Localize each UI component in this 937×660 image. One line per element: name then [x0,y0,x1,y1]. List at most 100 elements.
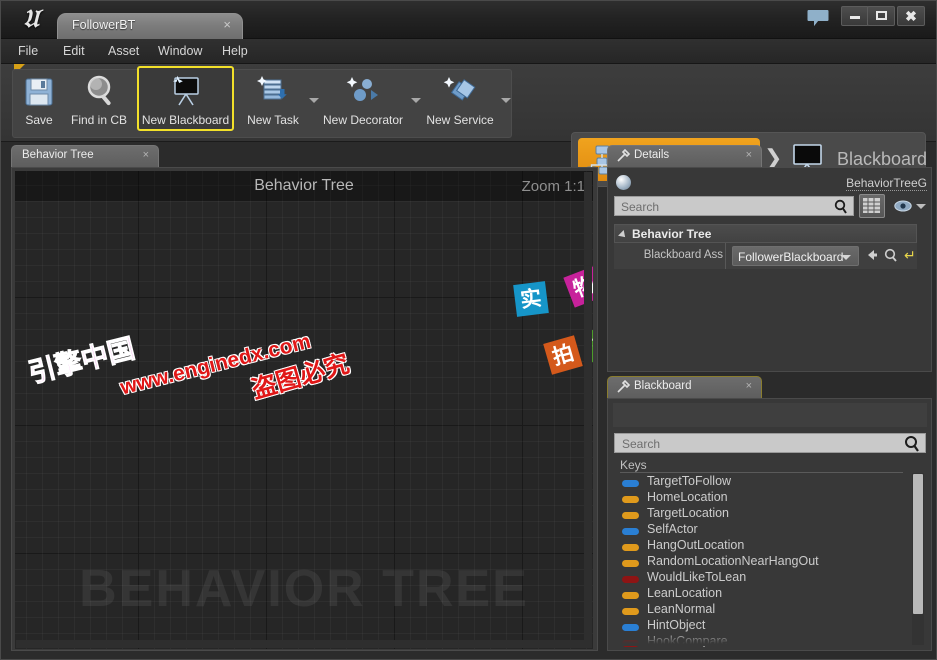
new-service-dropdown-arrow[interactable] [501,98,511,103]
breadcrumb[interactable]: BehaviorTreeG [846,176,927,191]
blackboard-toolbar-strip [613,403,927,427]
title-bar: 𝔘 FollowerBT × ✖ [1,1,936,39]
list-item[interactable]: SelfActor [614,522,904,539]
blackboard-keys-list[interactable]: TargetToFollow HomeLocation TargetLocati… [614,475,904,647]
tab-blackboard[interactable]: Blackboard × [607,376,762,398]
menu-item-help[interactable]: Help [215,43,255,61]
blackboard-list-scrollbar[interactable] [912,473,924,645]
eye-icon[interactable] [894,199,912,217]
close-icon: ✖ [905,8,917,24]
list-item[interactable]: TargetLocation [614,506,904,523]
chevron-down-icon[interactable] [916,204,926,209]
grid-view-icon[interactable] [859,194,885,218]
tab-details[interactable]: Details × [607,145,762,167]
find-in-content-browser-label: Find in CB [70,113,128,127]
key-type-chip [622,608,639,615]
key-name: TargetLocation [647,506,730,520]
details-category-header[interactable]: Behavior Tree [614,224,917,243]
expander-arrow-icon [618,230,628,240]
key-type-chip [622,512,639,519]
graph-horizontal-scrollbar[interactable] [16,640,592,648]
menu-item-window[interactable]: Window [151,43,209,61]
watermark-brand: 引擎中国 [25,333,138,390]
new-decorator-label: New Decorator [322,113,404,127]
keys-header-label: Keys [620,458,647,472]
tab-behavior-tree-graph[interactable]: Behavior Tree × [11,145,159,167]
key-type-chip [622,560,639,567]
key-name: HangOutLocation [647,538,745,552]
graph-tab-close-icon[interactable]: × [143,149,149,161]
key-name: SelfActor [647,522,698,536]
key-name: RandomLocationNearHangOut [647,554,819,568]
behavior-tree-graph-panel: 引擎中国 www.enginedx.com 盗图必究 实 物 拍 摄 BEHAV… [11,167,598,651]
blackboard-easel-icon [166,71,206,111]
key-type-chip [622,480,639,487]
search-icon[interactable] [903,435,921,458]
watermark-tile-1: 实 [513,281,549,317]
floppy-disk-icon [19,71,59,111]
watermark-warning: 盗图必究 [248,348,353,405]
save-button-label: Save [25,113,53,127]
scrollbar-thumb[interactable] [913,474,923,614]
key-type-chip [622,592,639,599]
details-search-input[interactable]: Search [614,196,854,216]
find-in-content-browser-button[interactable]: Find in CB [63,66,135,131]
watermark-url: www.enginedx.com [117,329,314,400]
new-decorator-button[interactable]: New Decorator [315,66,421,131]
new-blackboard-button[interactable]: New Blackboard [137,66,234,131]
list-item[interactable]: TargetToFollow [614,475,904,491]
new-task-label: New Task [247,113,299,127]
maximize-icon [875,11,887,20]
property-row-blackboard-asset: Blackboard Ass FollowerBlackboard ↵ [614,243,917,269]
minimize-icon [850,16,860,19]
property-name-cell: Blackboard Ass [614,243,726,269]
list-bottom-fade [614,632,902,646]
new-task-button[interactable]: New Task [239,66,319,131]
menu-item-edit[interactable]: Edit [56,43,92,61]
window-close-button[interactable]: ✖ [897,6,925,26]
speech-bubble-icon[interactable] [807,9,829,27]
key-name: WouldLikeToLean [647,570,747,584]
list-item[interactable]: LeanNormal [614,602,904,619]
key-type-chip [622,528,639,535]
blackboard-search-input[interactable]: Search [614,433,926,453]
list-item[interactable]: HangOutLocation [614,538,904,555]
list-item[interactable]: WouldLikeToLean [614,570,904,587]
key-type-chip [622,496,639,503]
list-item[interactable]: RandomLocationNearHangOut [614,554,904,571]
key-name: HintObject [647,618,706,632]
graph-vertical-scrollbar[interactable] [584,172,592,648]
graph-title: Behavior Tree [254,177,354,194]
service-diamond-icon [440,71,480,111]
new-blackboard-label: New Blackboard [141,113,230,127]
arrow-left-icon[interactable] [864,247,880,268]
menu-item-asset[interactable]: Asset [101,43,146,61]
new-service-button[interactable]: New Service [419,66,511,131]
graph-canvas[interactable]: 引擎中国 www.enginedx.com 盗图必究 实 物 拍 摄 BEHAV… [15,171,593,649]
key-name: TargetToFollow [647,475,732,488]
hammer-icon [616,148,631,163]
menu-bar: File Edit Asset Window Help [1,39,936,64]
window-maximize-button[interactable] [867,6,895,26]
save-button[interactable]: Save [15,66,63,131]
details-search-placeholder: Search [621,200,660,214]
graph-tab-label: Behavior Tree [22,149,94,161]
window-minimize-button[interactable] [841,6,869,26]
asset-tab-close-icon[interactable]: × [223,18,231,32]
key-name: HomeLocation [647,490,728,504]
asset-tab-followerbt[interactable]: FollowerBT × [57,13,243,39]
search-icon[interactable] [833,199,849,220]
browse-magnifier-icon[interactable] [883,247,899,268]
menu-item-file[interactable]: File [11,43,45,61]
property-name-label: Blackboard Ass [643,249,723,261]
blackboard-asset-dropdown[interactable]: FollowerBlackboard [732,246,859,266]
key-type-chip [622,624,639,631]
list-item[interactable]: LeanLocation [614,586,904,603]
chevron-down-icon [841,255,851,260]
key-name: LeanNormal [647,602,716,616]
details-tab-close-icon[interactable]: × [746,149,752,161]
reset-arrow-icon[interactable]: ↵ [904,247,916,264]
list-item[interactable]: HomeLocation [614,490,904,507]
globe-icon[interactable] [616,175,631,190]
blackboard-tab-close-icon[interactable]: × [746,380,752,392]
